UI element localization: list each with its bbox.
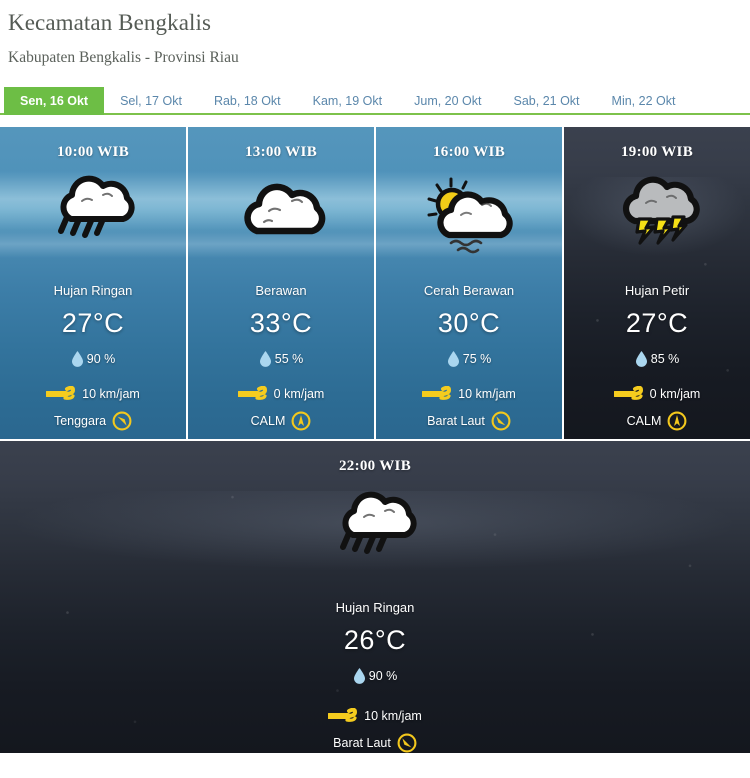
wind-speed-value: 10 km/jam	[458, 387, 516, 401]
water-droplet-icon	[259, 351, 271, 367]
tab-day-1[interactable]: Sel, 17 Okt	[104, 87, 198, 115]
wind-direction-label: Barat Laut	[427, 414, 485, 428]
humidity-value: 85 %	[650, 351, 680, 366]
wind-icon	[422, 386, 452, 400]
forecast-card-0: 10:00 WIB Hujan Ringan 27°C 90 % 10 km/j…	[0, 127, 186, 439]
wind-speed-row: 10 km/jam	[46, 386, 140, 402]
wind-icon	[46, 386, 76, 400]
tab-day-0[interactable]: Sen, 16 Okt	[4, 87, 105, 115]
water-droplet-icon	[635, 351, 647, 367]
wind-direction-label: Barat Laut	[333, 736, 391, 750]
forecast-time: 13:00 WIB	[244, 144, 318, 160]
wind-icon	[613, 386, 643, 400]
forecast-condition: Berawan	[255, 283, 307, 298]
wind-direction-label: CALM	[626, 414, 662, 428]
wind-direction-row: CALM	[251, 411, 312, 431]
compass-northwest-icon	[397, 733, 417, 753]
compass-northwest-icon	[491, 411, 511, 431]
compass-calm-icon	[291, 411, 311, 431]
wind-direction-row: Barat Laut	[427, 411, 511, 431]
tab-day-6[interactable]: Min, 22 Okt	[596, 87, 692, 115]
compass-calm-icon	[667, 411, 687, 431]
rain-cloud-icon	[327, 483, 423, 582]
humidity-row: 85 %	[635, 350, 680, 367]
humidity-value: 55 %	[274, 351, 304, 366]
wind-speed-value: 0 km/jam	[649, 387, 701, 401]
wind-speed-value: 10 km/jam	[364, 709, 422, 723]
wind-direction-row: Tenggara	[54, 411, 132, 431]
wind-speed-row: 0 km/jam	[237, 386, 325, 402]
humidity-row: 75 %	[447, 350, 492, 367]
tab-day-3[interactable]: Kam, 19 Okt	[297, 87, 398, 115]
compass-southeast-icon	[112, 411, 132, 431]
humidity-row: 55 %	[259, 350, 304, 367]
forecast-card-2: 16:00 WIB Cerah Berawan 30°C 75 % 10 km/…	[376, 127, 562, 439]
day-tab-bar: Sen, 16 Okt Sel, 17 Okt Rab, 18 Okt Kam,…	[0, 87, 750, 115]
forecast-condition: Hujan Ringan	[53, 283, 133, 298]
forecast-time: 16:00 WIB	[432, 144, 506, 160]
wind-direction-row: Barat Laut	[333, 733, 417, 753]
wind-speed-row: 10 km/jam	[328, 708, 422, 724]
wind-speed-row: 0 km/jam	[613, 386, 701, 402]
weather-forecast-page: Kecamatan Bengkalis Kabupaten Bengkalis …	[0, 0, 750, 778]
humidity-value: 75 %	[462, 351, 492, 366]
wind-speed-row: 10 km/jam	[422, 386, 516, 402]
sun-behind-cloud-icon	[421, 167, 517, 267]
forecast-time: 22:00 WIB	[338, 458, 412, 474]
forecast-temperature: 30°C	[437, 308, 501, 338]
wind-speed-value: 10 km/jam	[82, 387, 140, 401]
page-title: Kecamatan Bengkalis	[8, 10, 212, 35]
thunderstorm-icon	[609, 167, 705, 267]
humidity-value: 90 %	[86, 351, 116, 366]
forecast-temperature: 33°C	[249, 308, 313, 338]
forecast-time: 19:00 WIB	[620, 144, 694, 160]
forecast-card-3: 19:00 WIB Hujan Petir 27°C 85 % 0 km/jam…	[564, 127, 750, 439]
tab-day-2[interactable]: Rab, 18 Okt	[198, 87, 297, 115]
water-droplet-icon	[447, 351, 459, 367]
forecast-condition: Hujan Ringan	[335, 600, 415, 615]
forecast-temperature: 27°C	[61, 308, 125, 338]
forecast-temperature: 26°C	[343, 625, 407, 655]
tab-day-5[interactable]: Sab, 21 Okt	[498, 87, 596, 115]
wind-speed-value: 0 km/jam	[273, 387, 325, 401]
wind-icon	[328, 708, 358, 722]
page-header: Kecamatan Bengkalis Kabupaten Bengkalis …	[0, 0, 750, 69]
forecast-time: 10:00 WIB	[56, 144, 130, 160]
wind-direction-label: Tenggara	[53, 414, 107, 428]
forecast-card-4: 22:00 WIB Hujan Ringan 26°C 90 % 10 km/j…	[0, 441, 750, 753]
humidity-value: 90 %	[368, 668, 398, 683]
forecast-condition: Hujan Petir	[624, 283, 690, 298]
wind-direction-row: CALM	[627, 411, 688, 431]
water-droplet-icon	[71, 351, 83, 367]
forecast-cards-row: 10:00 WIB Hujan Ringan 27°C 90 % 10 km/j…	[0, 127, 750, 439]
forecast-card-1: 13:00 WIB Berawan 33°C 55 % 0 km/jam CAL…	[188, 127, 374, 439]
page-subtitle: Kabupaten Bengkalis - Provinsi Riau	[8, 49, 239, 66]
humidity-row: 90 %	[71, 350, 116, 367]
forecast-temperature: 27°C	[625, 308, 689, 338]
wind-icon	[237, 386, 267, 400]
forecast-condition: Cerah Berawan	[423, 283, 515, 298]
tab-day-4[interactable]: Jum, 20 Okt	[398, 87, 497, 115]
wind-direction-label: CALM	[250, 414, 286, 428]
water-droplet-icon	[353, 668, 365, 684]
humidity-row: 90 %	[353, 667, 398, 684]
cloud-icon	[233, 167, 329, 267]
rain-cloud-icon	[45, 167, 141, 267]
